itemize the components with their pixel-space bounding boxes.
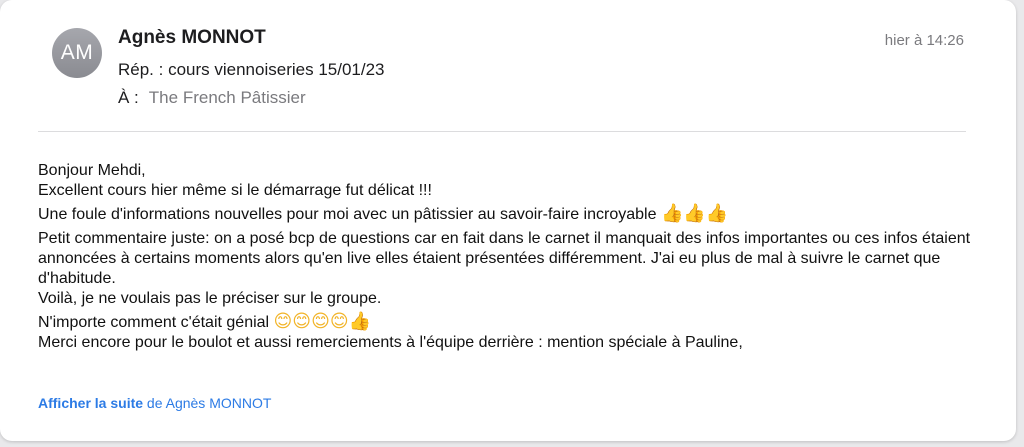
body-line: Une foule d'informations nouvelles pour …: [38, 205, 986, 225]
body-line-text: N'importe comment c'était génial: [38, 314, 270, 331]
recipient-row: À : The French Pâtissier: [118, 88, 306, 108]
body-line: N'importe comment c'était génial 😊😊😊😊👍: [38, 313, 986, 333]
show-more-sender[interactable]: de Agnès MONNOT: [147, 395, 272, 411]
body-line: Voilà, je ne voulais pas le préciser sur…: [38, 290, 382, 307]
smiling-face-icon: 😊😊😊😊: [273, 311, 349, 332]
recipient-name[interactable]: The French Pâtissier: [149, 88, 306, 107]
body-line: Excellent cours hier même si le démarrag…: [38, 182, 432, 199]
show-more-link[interactable]: Afficher la suite: [38, 395, 143, 411]
header-divider: [38, 131, 966, 132]
thumbs-up-icon: 👍👍👍: [660, 203, 729, 224]
body-line: Merci encore pour le boulot et aussi rem…: [38, 334, 743, 351]
thumbs-up-icon: 👍: [348, 311, 372, 332]
body-line-text: Une foule d'informations nouvelles pour …: [38, 206, 657, 223]
email-message-card: AM Agnès MONNOT hier à 14:26 Rép. : cour…: [0, 0, 1016, 441]
recipient-label: À :: [118, 88, 139, 107]
body-line: Petit commentaire juste: on a posé bcp d…: [38, 230, 971, 287]
avatar: AM: [52, 28, 102, 78]
body-line-greeting: Bonjour Mehdi,: [38, 162, 146, 179]
message-date: hier à 14:26: [884, 32, 964, 49]
sender-name: Agnès MONNOT: [118, 27, 266, 48]
message-subject: Rép. : cours viennoiseries 15/01/23: [118, 60, 385, 79]
avatar-initials: AM: [60, 41, 94, 64]
show-more-row: Afficher la suite de Agnès MONNOT: [38, 395, 271, 411]
message-body: Bonjour Mehdi, Excellent cours hier même…: [38, 161, 986, 353]
